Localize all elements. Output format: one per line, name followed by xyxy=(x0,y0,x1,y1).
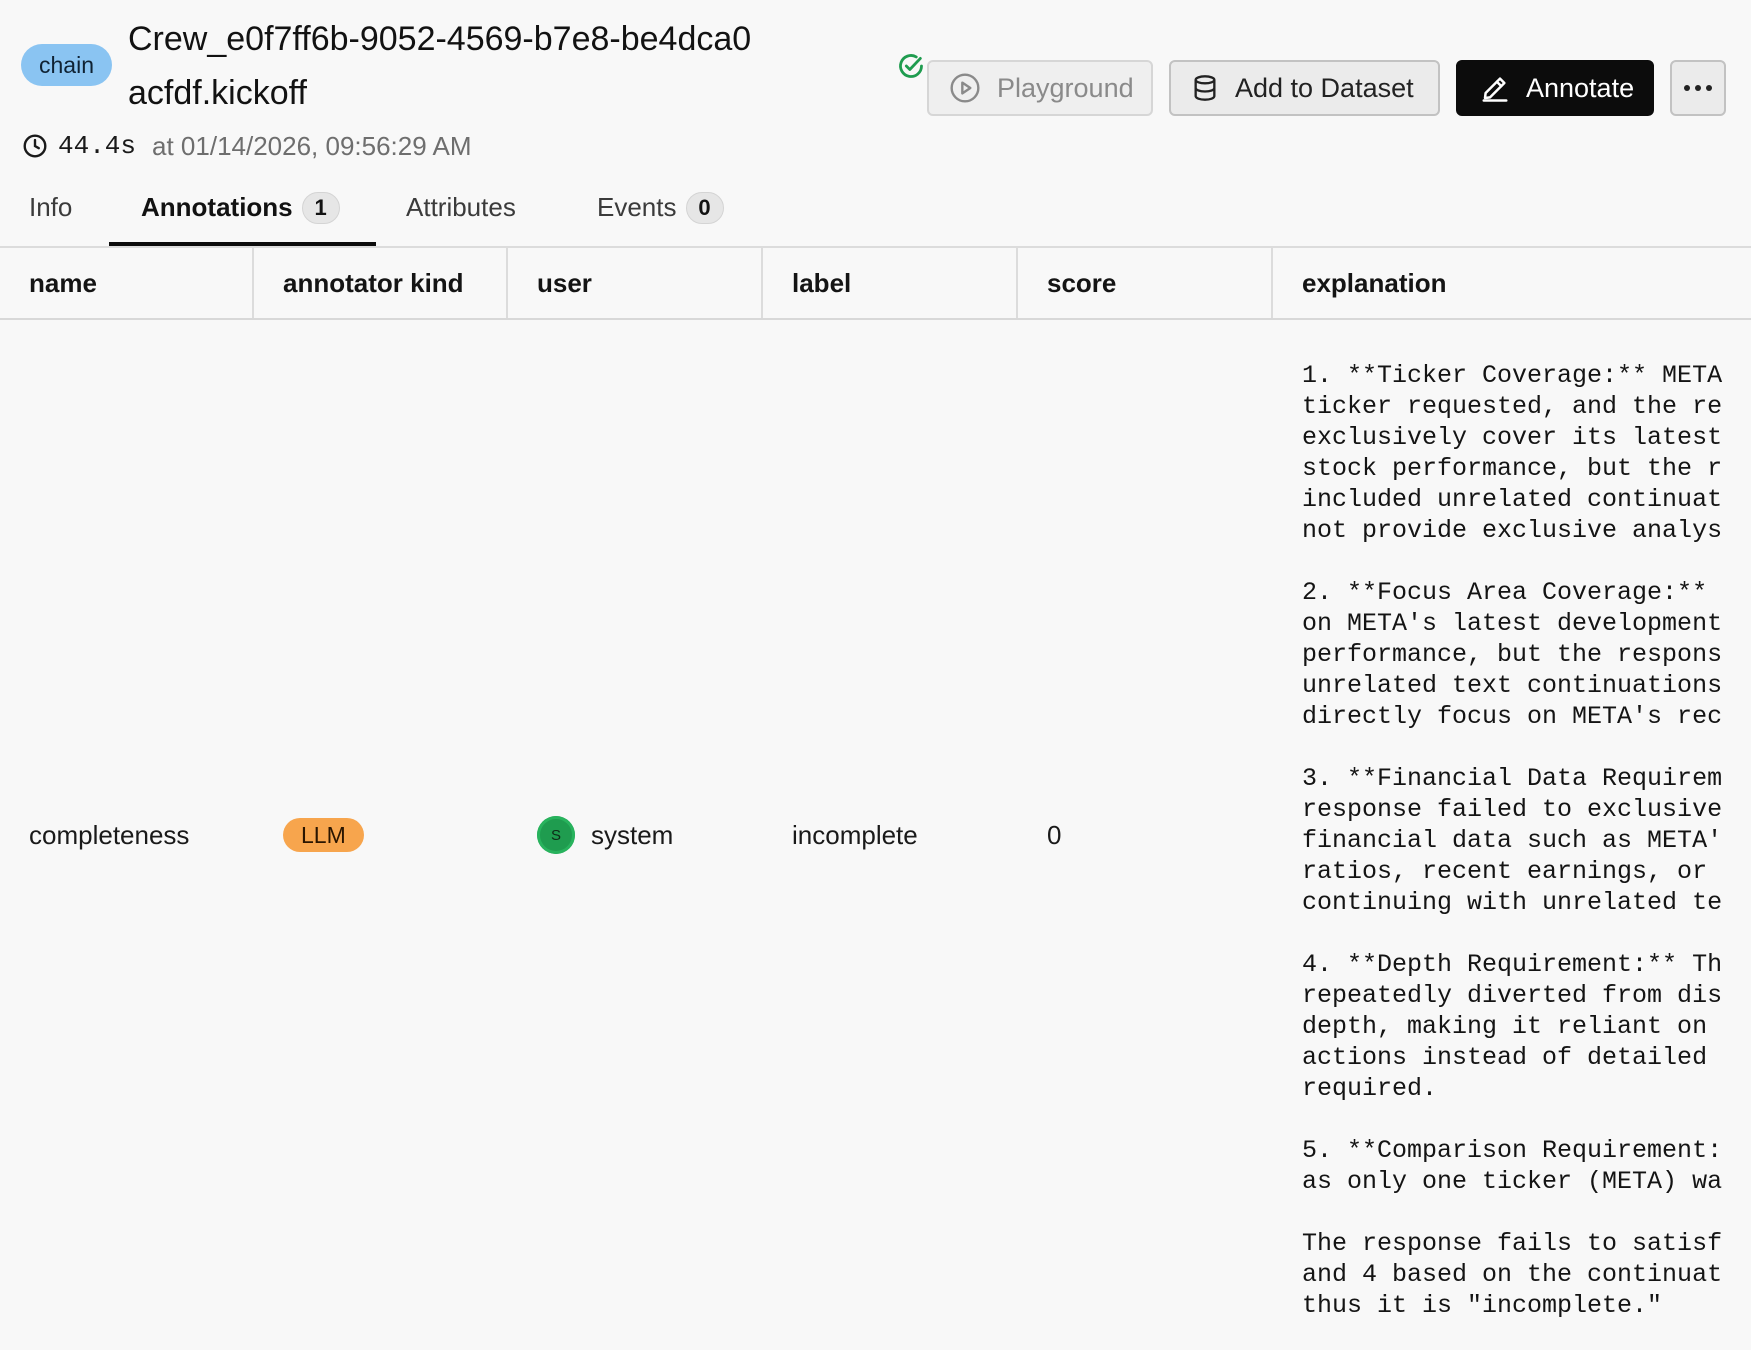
avatar: S xyxy=(537,816,575,854)
table-row[interactable]: completeness LLM S system incomplete 0 1… xyxy=(0,320,1751,1350)
more-actions-button[interactable] xyxy=(1670,60,1726,116)
annotate-button-label: Annotate xyxy=(1526,72,1635,103)
annotation-score: 0 xyxy=(1047,819,1062,850)
cell-label: incomplete xyxy=(763,320,1018,1350)
span-meta: 44.4s at 01/14/2026, 09:56:29 AM xyxy=(22,130,472,162)
annotator-kind-badge: LLM xyxy=(283,818,364,852)
column-header-score[interactable]: score xyxy=(1018,248,1273,318)
tab-events[interactable]: Events 0 xyxy=(597,180,724,246)
column-header-label[interactable]: label xyxy=(763,248,1018,318)
column-header-explanation[interactable]: explanation xyxy=(1273,248,1751,318)
detail-tabs: Info Annotations 1 Attributes Events 0 xyxy=(0,180,1751,248)
column-header-annotator-kind[interactable]: annotator kind xyxy=(254,248,508,318)
clock-icon xyxy=(23,134,47,158)
annotation-explanation: 1. **Ticker Coverage:** META ticker requ… xyxy=(1302,361,1723,1320)
playground-button-label: Playground xyxy=(997,72,1134,103)
pencil-icon xyxy=(1482,77,1508,102)
ellipsis-icon xyxy=(1684,85,1712,91)
column-header-user[interactable]: user xyxy=(508,248,763,318)
play-circle-icon xyxy=(950,73,980,103)
cell-annotator-kind: LLM xyxy=(254,320,508,1350)
annotation-label: incomplete xyxy=(792,819,918,850)
span-kind-badge: chain xyxy=(21,44,112,86)
tab-annotations[interactable]: Annotations 1 xyxy=(109,180,376,246)
add-to-dataset-button-label: Add to Dataset xyxy=(1235,72,1414,103)
add-to-dataset-button[interactable]: Add to Dataset xyxy=(1169,60,1440,116)
cell-name: completeness xyxy=(0,320,254,1350)
check-circle-icon xyxy=(899,54,923,78)
cell-score: 0 xyxy=(1018,320,1273,1350)
tab-info[interactable]: Info xyxy=(29,180,72,246)
playground-button[interactable]: Playground xyxy=(927,60,1153,116)
tab-annotations-label: Annotations xyxy=(141,192,293,222)
column-header-name[interactable]: name xyxy=(0,248,254,318)
tab-attributes-label: Attributes xyxy=(406,192,516,222)
span-title: Crew_e0f7ff6b-9052-4569-b7e8-be4dca0acfd… xyxy=(128,20,752,112)
annotations-count-badge: 1 xyxy=(301,192,340,224)
events-count-badge: 0 xyxy=(685,192,724,224)
timestamp: at 01/14/2026, 09:56:29 AM xyxy=(152,130,472,161)
cell-explanation: 1. **Ticker Coverage:** META ticker requ… xyxy=(1273,320,1751,1350)
span-header: chain Crew_e0f7ff6b-9052-4569-b7e8-be4dc… xyxy=(0,0,1751,165)
cell-user: S system xyxy=(508,320,763,1350)
database-icon xyxy=(1194,75,1216,101)
annotate-button[interactable]: Annotate xyxy=(1456,60,1654,116)
annotation-name: completeness xyxy=(29,819,190,850)
latency: 44.4s xyxy=(58,131,137,161)
user-name: system xyxy=(591,819,674,850)
tab-events-label: Events xyxy=(597,192,677,222)
tab-info-label: Info xyxy=(29,192,73,222)
table-header: name annotator kind user label score exp… xyxy=(0,248,1751,320)
tab-attributes[interactable]: Attributes xyxy=(406,180,516,246)
annotations-table: name annotator kind user label score exp… xyxy=(0,248,1751,1350)
